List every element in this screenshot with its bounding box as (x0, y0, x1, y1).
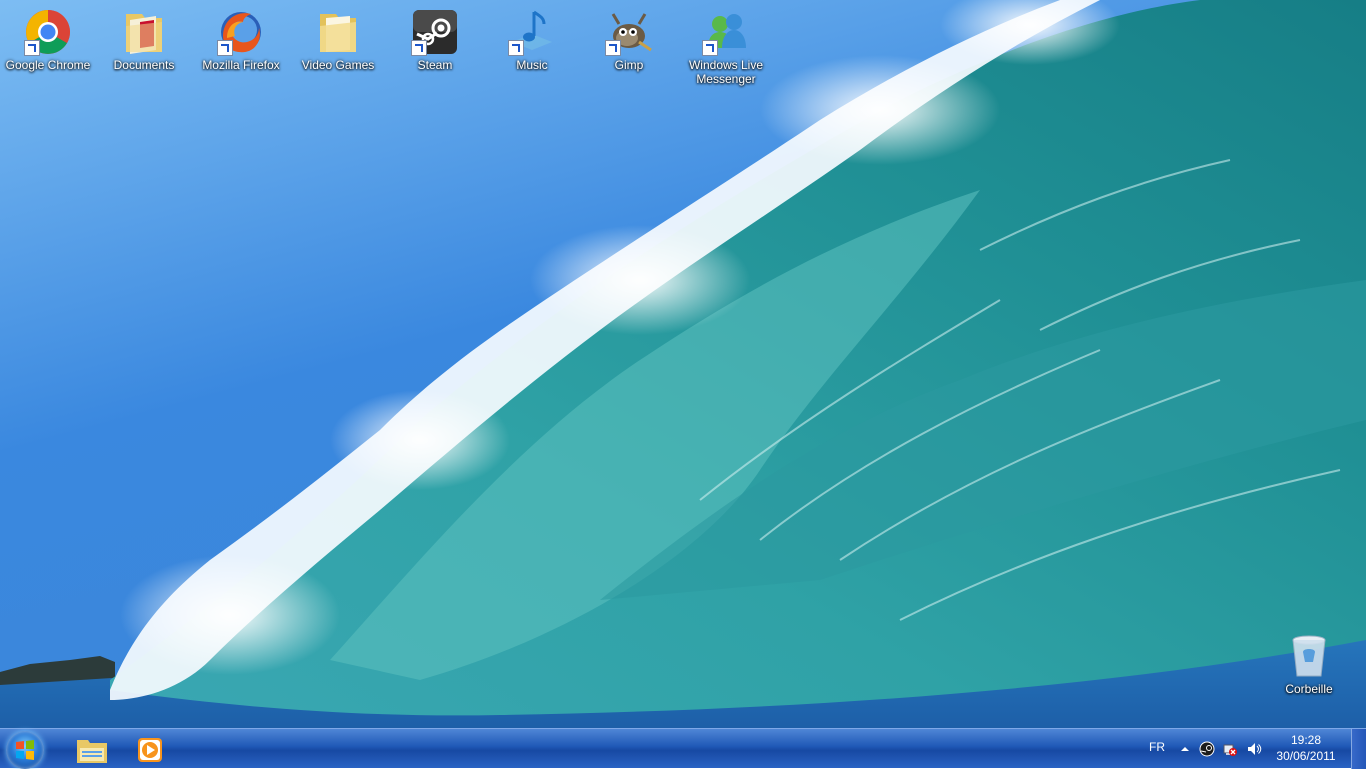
desktop-icon-label: Music (516, 58, 548, 72)
show-desktop-button[interactable] (1351, 729, 1366, 769)
steam-tray-icon[interactable] (1199, 741, 1215, 757)
firefox-icon (217, 8, 265, 56)
start-button[interactable] (6, 731, 44, 769)
desktop-icon-label: Documents (113, 58, 175, 72)
show-hidden-icons-arrow-icon[interactable] (1177, 741, 1193, 757)
windows-start-icon (16, 740, 34, 760)
taskbar: FR 19:28 30/06/2011 (0, 728, 1366, 769)
taskbar-media-player[interactable] (120, 730, 176, 768)
network-alert-icon[interactable] (1222, 741, 1238, 757)
wave-wallpaper-art (0, 0, 1366, 728)
desktop-icon-windows-live-messenger[interactable]: Windows Live Messenger (678, 0, 774, 86)
desktop-icon-steam[interactable]: Steam (387, 0, 483, 72)
shortcut-arrow-icon (605, 40, 621, 56)
desktop-icon-music[interactable]: Music (484, 0, 580, 72)
shortcut-arrow-icon (702, 40, 718, 56)
shortcut-arrow-icon (508, 40, 524, 56)
language-indicator[interactable]: FR (1149, 740, 1165, 754)
clock-time: 19:28 (1290, 733, 1322, 747)
desktop-icon-label: Mozilla Firefox (202, 58, 280, 72)
chrome-icon (24, 8, 72, 56)
desktop-icon-label: Gimp (614, 58, 644, 72)
steam-icon (411, 8, 459, 56)
shortcut-arrow-icon (217, 40, 233, 56)
desktop-icon-label: Windows Live Messenger (688, 58, 764, 86)
desktop-icon-google-chrome[interactable]: Google Chrome (0, 0, 96, 72)
music-icon (508, 8, 556, 56)
desktop-icon-gimp[interactable]: Gimp (581, 0, 677, 72)
messenger-icon (702, 8, 750, 56)
desktop-icon-video-games[interactable]: Video Games (290, 0, 386, 72)
desktop-icon-recycle-bin[interactable]: Corbeille (1261, 624, 1357, 696)
shortcut-arrow-icon (24, 40, 40, 56)
desktop-icon-documents[interactable]: Documents (96, 0, 192, 72)
windows-explorer-icon (77, 740, 107, 763)
desktop-icon-label: Video Games (301, 58, 375, 72)
desktop-icon-label: Google Chrome (5, 58, 91, 72)
clock[interactable]: 19:28 30/06/2011 (1272, 733, 1340, 763)
recycle-bin-icon (1285, 632, 1333, 680)
desktop-icon-label: Corbeille (1285, 682, 1333, 696)
volume-icon[interactable] (1246, 741, 1262, 757)
media-player-icon (138, 738, 162, 762)
documents-folder-icon (120, 8, 168, 56)
desktop-icon-mozilla-firefox[interactable]: Mozilla Firefox (193, 0, 289, 72)
shortcut-arrow-icon (411, 40, 427, 56)
folder-icon (314, 8, 362, 56)
desktop-wallpaper (0, 0, 1366, 728)
taskbar-windows-explorer[interactable] (60, 730, 116, 768)
clock-date: 30/06/2011 (1276, 749, 1336, 763)
gimp-icon (605, 8, 653, 56)
desktop-icon-label: Steam (417, 58, 453, 72)
